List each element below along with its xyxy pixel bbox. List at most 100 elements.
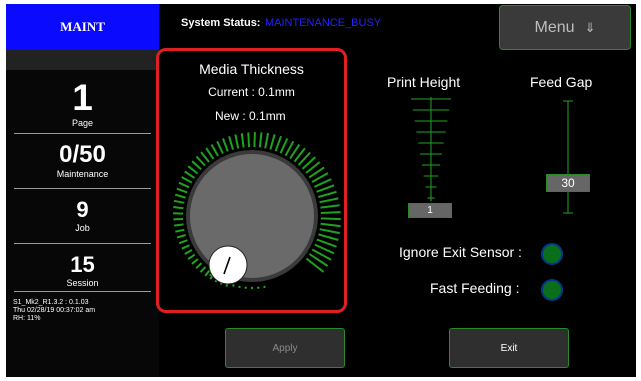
knob-tick	[191, 258, 199, 265]
feed-gap-value[interactable]: 30	[546, 174, 590, 192]
knob-tick	[320, 211, 341, 214]
knob-dot	[250, 286, 254, 290]
knob-dot	[232, 284, 235, 287]
knob-tick	[274, 135, 282, 152]
knob-dot	[244, 286, 247, 289]
knob-tick	[178, 239, 188, 245]
menu-button[interactable]: Menu ⇓	[499, 5, 631, 50]
stat-session-value: 15	[70, 252, 95, 277]
knob-tick	[253, 132, 256, 148]
knob-tick	[205, 147, 215, 160]
knob-tick	[199, 266, 207, 273]
knob-tick	[269, 134, 276, 150]
stat-page-value: 1	[72, 77, 93, 118]
knob-tick	[320, 222, 341, 228]
knob-tick	[187, 165, 199, 175]
stat-page: 1 Page	[14, 79, 151, 128]
knob-tick	[187, 253, 196, 260]
stat-session-label: Session	[66, 278, 99, 288]
knob-tick	[195, 155, 206, 167]
divider	[14, 243, 151, 244]
print-height-label: Print Height	[387, 74, 461, 90]
knob-tick	[173, 206, 184, 210]
knob-tick	[184, 249, 193, 255]
fast-feeding-label: Fast Feeding :	[430, 280, 520, 296]
knob-tick	[234, 134, 240, 149]
print-height-scale[interactable]	[409, 97, 453, 219]
stat-maintenance-label: Maintenance	[56, 169, 109, 179]
app-screen: MAINT 1 Page 0/50 Maintenance 9 Job 15 S…	[6, 4, 636, 377]
knob-tick	[318, 233, 339, 241]
knob-tick	[191, 160, 202, 171]
system-info: S1_Mk2_R1.3.2 : 0.1.03 Thu 02/28/19 00:3…	[13, 299, 95, 323]
knob-tick	[240, 133, 245, 148]
knob-tick	[279, 138, 289, 154]
stat-maintenance-value: 0/50	[59, 141, 106, 168]
firmware-version: S1_Mk2_R1.3.2 : 0.1.03	[13, 299, 89, 306]
media-thickness-panel: Media Thickness Current : 0.1mm New : 0.…	[156, 48, 347, 313]
sidebar: 1 Page 0/50 Maintenance 9 Job 15 Session…	[6, 50, 159, 377]
mode-badge: MAINT	[6, 4, 159, 50]
system-status-label: System Status:	[181, 17, 261, 29]
knob-tick	[184, 170, 196, 179]
knob-tick	[320, 204, 340, 209]
exit-button[interactable]: Exit	[449, 328, 569, 368]
feed-gap-label: Feed Gap	[530, 74, 593, 90]
ignore-exit-sensor-toggle[interactable]	[543, 245, 561, 263]
ignore-exit-sensor-label: Ignore Exit Sensor :	[399, 244, 522, 260]
media-thickness-current: Current : 0.1mm	[208, 85, 295, 99]
knob-tick	[175, 228, 185, 233]
knob-tick	[210, 144, 219, 157]
knob-tick	[176, 234, 186, 239]
knob-tick	[247, 132, 250, 148]
stat-maintenance: 0/50 Maintenance	[14, 141, 151, 180]
stat-session: 15 Session	[14, 252, 151, 289]
thickness-knob[interactable]	[163, 123, 343, 313]
down-double-arrow-icon: ⇓	[584, 19, 596, 35]
knob-tick	[181, 244, 190, 250]
knob-tick	[173, 223, 184, 227]
menu-button-label: Menu	[534, 18, 575, 36]
media-thickness-title: Media Thickness	[199, 61, 304, 77]
knob-tick	[258, 132, 263, 148]
knob-dot	[257, 286, 260, 289]
knob-tick	[174, 193, 186, 199]
divider	[14, 291, 151, 292]
knob-tick	[319, 197, 339, 204]
date-time: Thu 02/28/19 00:37:02 am	[13, 307, 96, 314]
print-height-value[interactable]: 1	[408, 203, 452, 218]
divider	[14, 133, 151, 134]
knob-tick	[316, 238, 337, 248]
knob-dot	[238, 285, 241, 289]
knob-dot	[263, 285, 266, 289]
apply-button[interactable]: Apply	[225, 328, 345, 368]
knob-tick	[319, 228, 340, 235]
knob-tick	[216, 140, 224, 154]
knob-tick	[181, 176, 193, 184]
stat-job-label: Job	[75, 223, 90, 233]
knob-face	[190, 154, 314, 278]
system-status-value: MAINTENANCE_BUSY	[265, 17, 382, 29]
knob-tick	[318, 190, 337, 198]
knob-tick	[173, 199, 185, 204]
knob-tick	[195, 262, 203, 269]
knob-tick	[320, 217, 341, 221]
feed-gap-slider[interactable]	[546, 97, 590, 219]
stat-job-value: 9	[76, 197, 89, 222]
knob-tick	[200, 151, 210, 163]
stat-job: 9 Job	[14, 197, 151, 234]
knob-tick	[222, 138, 229, 152]
divider	[14, 188, 151, 189]
knob-tick	[264, 132, 270, 149]
knob-tick	[316, 184, 335, 193]
knob-tick	[176, 187, 188, 194]
knob-tick	[178, 181, 190, 189]
relative-humidity: RH: 11%	[13, 315, 41, 322]
stat-page-label: Page	[71, 118, 94, 128]
fast-feeding-toggle[interactable]	[543, 281, 561, 299]
print-height-ticks	[411, 97, 451, 201]
sidebar-header-strip	[6, 50, 159, 70]
knob-tick	[228, 136, 234, 150]
media-thickness-new: New : 0.1mm	[215, 109, 286, 123]
knob-tick	[204, 269, 211, 277]
